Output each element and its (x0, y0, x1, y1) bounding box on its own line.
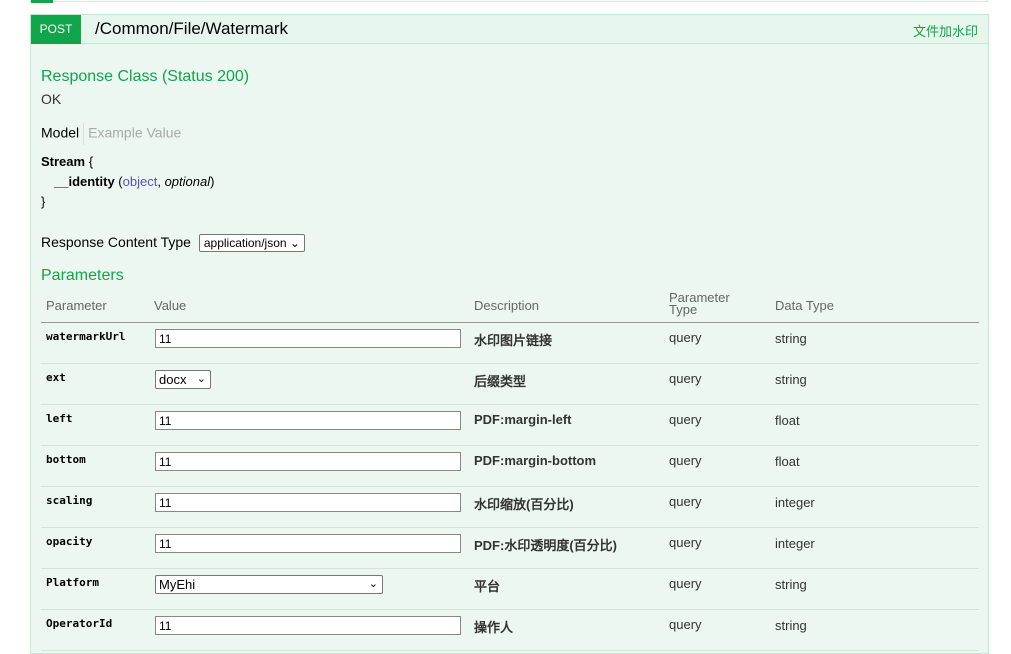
parameters-title: Parameters (41, 267, 124, 284)
param-data-type: string (775, 618, 807, 633)
param-data-type: string (775, 372, 807, 387)
model-field-name: __identity (54, 174, 115, 189)
table-row: opacity 11 PDF:水印透明度(百分比) query integer (41, 528, 979, 569)
param-name: bottom (46, 453, 86, 466)
previous-endpoint-method-tab (31, 0, 53, 3)
param-name: ext (46, 371, 66, 384)
chevron-down-icon: ⌄ (196, 373, 206, 385)
param-type: query (669, 453, 702, 468)
model-tabs: Model Example Value (41, 123, 181, 145)
model-tab[interactable]: Model (41, 125, 79, 141)
param-type: query (669, 371, 702, 386)
header-parameter: Parameter (46, 298, 107, 313)
param-data-type: integer (775, 536, 815, 551)
header-value: Value (154, 298, 187, 313)
param-select-value: MyEhi (159, 577, 196, 592)
table-row: scaling 11 水印缩放(百分比) query integer (41, 487, 979, 528)
content-type-label: Response Content Type (41, 234, 191, 250)
param-value-input[interactable]: 11 (155, 329, 461, 348)
param-description: 操作人 (474, 620, 514, 635)
param-name: scaling (46, 494, 93, 507)
param-name: OperatorId (46, 617, 113, 630)
endpoint-header[interactable]: POST /Common/File/Watermark 文件加水印 (31, 15, 988, 44)
param-data-type: float (775, 413, 800, 428)
param-data-type: integer (775, 495, 815, 510)
param-type: query (669, 576, 702, 591)
param-value-input[interactable]: 11 (155, 534, 461, 553)
chevron-down-icon: ⌄ (289, 236, 300, 251)
header-description: Description (474, 298, 540, 313)
tab-separator (83, 123, 85, 145)
param-name: left (46, 412, 73, 425)
model-name: Stream (41, 154, 86, 169)
example-value-tab[interactable]: Example Value (88, 125, 181, 141)
param-description: 水印缩放(百分比) (474, 497, 574, 512)
param-value-select[interactable]: MyEhi ⌄ (155, 575, 383, 594)
method-badge[interactable]: POST (31, 15, 81, 44)
table-row: OperatorId 11 操作人 query string (41, 610, 979, 651)
param-value-select[interactable]: docx ⌄ (155, 370, 211, 389)
response-content-type: Response Content Type application/json ⌄ (41, 234, 305, 253)
param-type: query (669, 412, 702, 427)
open-brace: { (88, 154, 94, 169)
param-description: PDF:margin-bottom (474, 453, 597, 468)
response-status-text: OK (41, 91, 62, 107)
param-type: query (669, 494, 702, 509)
param-value-input[interactable]: 11 (155, 616, 461, 635)
header-parameter-type-line2: Type (669, 302, 698, 317)
endpoint-path[interactable]: /Common/File/Watermark (95, 19, 288, 39)
header-parameter-type: Parameter Type (669, 291, 730, 317)
header-data-type: Data Type (775, 298, 835, 313)
param-description: PDF:margin-left (474, 412, 572, 427)
param-type: query (669, 330, 702, 345)
close-brace: } (41, 194, 46, 209)
table-row: watermarkUrl 11 水印图片链接 query string (41, 323, 979, 364)
param-type: query (669, 535, 702, 550)
param-value-input[interactable]: 11 (155, 452, 461, 471)
chevron-down-icon: ⌄ (368, 578, 378, 590)
param-name: watermarkUrl (46, 330, 126, 343)
endpoint-panel: POST /Common/File/Watermark 文件加水印 Respon… (30, 14, 989, 654)
response-class-title: Response Class (Status 200) (41, 68, 250, 85)
model-field-type: object (122, 174, 158, 189)
model-schema: Stream { __identity (object, optional) } (41, 152, 214, 212)
param-select-value: docx (159, 372, 187, 387)
table-row: left 11 PDF:margin-left query float (41, 405, 979, 446)
endpoint-summary[interactable]: 文件加水印 (913, 21, 978, 40)
param-data-type: float (775, 454, 800, 469)
param-value-input[interactable]: 11 (155, 493, 461, 512)
param-description: 后缀类型 (474, 374, 527, 389)
table-row: Platform MyEhi ⌄ 平台 query string (41, 569, 979, 610)
param-description: 水印图片链接 (474, 333, 553, 348)
content-type-value: application/json (203, 236, 287, 251)
param-data-type: string (775, 331, 807, 346)
previous-endpoint-block (30, 0, 988, 2)
table-row: ext docx ⌄ 后缀类型 query string (41, 364, 979, 405)
param-description: PDF:水印透明度(百分比) (474, 538, 617, 553)
param-value-input[interactable]: 11 (155, 411, 461, 430)
param-description: 平台 (474, 579, 501, 594)
param-data-type: string (775, 577, 807, 592)
param-name: opacity (46, 535, 93, 548)
table-row: bottom 11 PDF:margin-bottom query float (41, 446, 979, 487)
content-type-select[interactable]: application/json ⌄ (198, 234, 305, 253)
model-field-optional: optional (164, 174, 211, 189)
param-name: Platform (46, 576, 99, 589)
